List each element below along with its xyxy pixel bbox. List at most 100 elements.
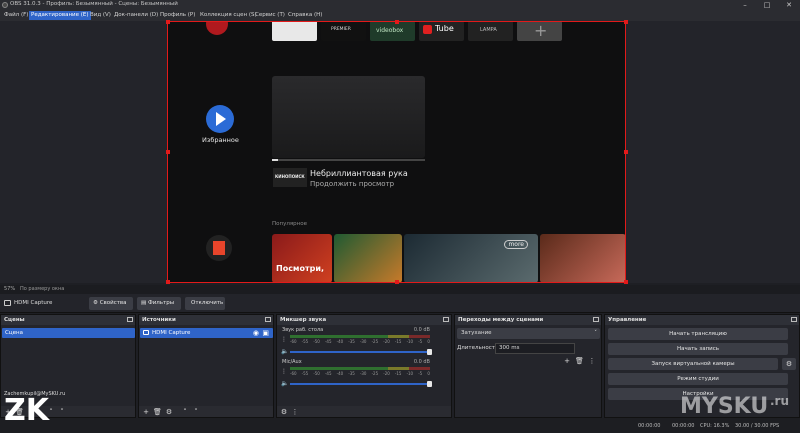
undock-icon[interactable] [265,317,271,322]
source-item-label: HDMI Capture [152,330,191,336]
continue-progress-fill [272,159,279,161]
tick-label: -30 [359,371,367,376]
tick-label: -35 [348,371,355,376]
source-down-button[interactable]: ˅ [192,408,200,416]
tick-label: 0 [427,371,430,376]
resize-handle-br[interactable] [624,280,628,284]
movie-card-2: more [404,234,538,283]
volume-knob[interactable] [427,349,432,355]
preview-canvas[interactable]: PREMIER videobox Tube LAMPA + Избранное … [168,21,626,283]
mixer-menu-icon[interactable]: ⋮ [291,408,299,416]
add-transition-button[interactable]: + [563,357,571,365]
eye-icon[interactable]: ◉ [253,328,259,338]
favorites-label: Избранное [202,136,239,144]
speaker-icon[interactable]: 🔈 [281,380,288,387]
cpu-usage: CPU: 16.3% [700,423,730,429]
duration-input[interactable]: 300 ms [495,343,575,354]
transitions-title: Переходы между сценами [458,317,544,323]
resize-handle-t[interactable] [395,20,399,24]
scene-down-button[interactable]: ˅ [58,408,66,416]
selected-source-name: HDMI Capture [14,300,53,306]
rec-time: 00:00:00 [672,423,695,429]
transition-menu-icon[interactable]: ⋮ [588,357,596,365]
channel-menu-icon[interactable]: ⋮ [281,336,287,343]
resize-handle-tl[interactable] [166,20,170,24]
disable-button[interactable]: Отключить [185,297,225,310]
studio-mode-button[interactable]: Режим студии [608,373,788,385]
menu-tools[interactable]: Сервис (T) [253,11,287,20]
youtube-label: Tube [435,24,454,33]
tick-label: -50 [313,371,320,376]
transition-select[interactable]: Затухание ˅ [457,328,600,339]
tick-label: -60 [290,339,297,344]
menu-file[interactable]: Файл (F) [2,11,30,20]
tick-label: -25 [371,371,379,376]
filters-button[interactable]: ▤ Фильтры [137,297,181,310]
tick-label: -20 [383,339,390,344]
more-badge: more [504,240,528,249]
source-up-button[interactable]: ˄ [181,408,189,416]
volume-slider[interactable] [290,349,432,355]
scenes-title: Сцены [4,317,25,323]
channel-menu-icon[interactable]: ⋮ [281,368,287,375]
menu-view[interactable]: Вид (V) [88,11,113,20]
menu-profile[interactable]: Профиль (P) [158,11,197,20]
premier-label: PREMIER [331,27,351,32]
remove-source-button[interactable]: 🗑 [153,408,162,416]
menu-edit[interactable]: Редактирование (E) [29,11,91,20]
resize-handle-tr[interactable] [624,20,628,24]
source-item[interactable]: HDMI Capture ◉ ▣ [140,328,273,338]
volume-knob[interactable] [427,381,432,387]
remove-transition-button[interactable]: 🗑 [575,357,584,365]
start-recording-button[interactable]: Начать запись [608,343,788,355]
undock-icon[interactable] [127,317,133,322]
mixer-footer: ⚙ ⋮ [277,406,451,417]
kinopoisk-logo [206,235,232,261]
tick-label: 0 [427,339,430,344]
tick-label: -55 [301,371,309,376]
start-streaming-button[interactable]: Начать трансляцию [608,328,788,340]
youtube-icon [423,25,432,34]
popular-label: Популярное [272,221,308,227]
volume-slider[interactable] [290,381,432,387]
window-title: OBS 31.0.3 - Профиль: Безымянный - Сцены… [10,1,178,7]
source-properties-button[interactable]: ⚙ [165,408,173,416]
gear-icon: ⚙ [93,300,100,306]
resize-handle-bl[interactable] [166,280,170,284]
tick-label: -50 [313,339,320,344]
resize-handle-b[interactable] [395,280,399,284]
transitions-dock: Переходы между сценами Затухание ˅ Длите… [454,314,602,418]
speaker-icon[interactable]: 🔈 [281,348,288,355]
add-source-button[interactable]: + [142,408,150,416]
kinopoisk-icon [213,241,225,255]
minimize-button[interactable]: – [734,0,756,10]
close-window-button[interactable]: ✕ [778,0,800,10]
virtual-camera-settings-icon[interactable]: ⚙ [782,358,796,370]
apps-icon [206,21,228,35]
mixer-channel-mic: Mic/Aux 0.0 dB ⋮ -60 -55 -50 -45 -40 -35 -30 -2… [280,359,432,391]
zoom-mode[interactable]: По размеру окна [20,286,64,292]
undock-icon[interactable] [791,317,797,322]
menu-docks[interactable]: Док-панели (D) [112,11,160,20]
menu-help[interactable]: Справка (H) [286,11,324,20]
undock-icon[interactable] [593,317,599,322]
tick-label: -40 [336,371,344,376]
start-virtual-camera-button[interactable]: Запуск виртуальной камеры [608,358,778,370]
tick-label: -15 [394,371,402,376]
meter-ticks: -60 -55 -50 -45 -40 -35 -30 -25 -20 -15 -10 -5 0 [290,371,430,376]
resize-handle-l[interactable] [166,150,170,154]
menu-scene-collection[interactable]: Коллекция сцен (S) [198,11,259,20]
volume-meter [290,335,430,338]
maximize-button[interactable]: □ [756,0,778,10]
play-icon [216,112,226,126]
resize-handle-r[interactable] [624,150,628,154]
properties-button[interactable]: ⚙ Свойства [89,297,133,310]
mixer-settings-icon[interactable]: ⚙ [280,408,288,416]
duration-value: 300 ms [499,345,520,351]
continue-card [272,76,425,158]
undock-icon[interactable] [443,317,449,322]
scene-item[interactable]: Сцена [2,328,135,338]
lock-icon[interactable]: ▣ [262,328,269,338]
tick-label: -60 [290,371,297,376]
tick-label: -10 [406,339,414,344]
